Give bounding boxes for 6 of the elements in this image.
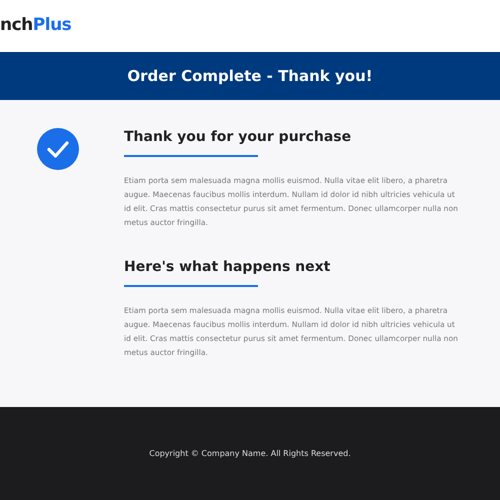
- check-icon: [37, 128, 79, 170]
- section-heading: Thank you for your purchase: [124, 128, 352, 147]
- banner-title: Order Complete - Thank you!: [127, 67, 373, 85]
- section-heading: Here's what happens next: [124, 258, 332, 277]
- logo[interactable]: nchPlus: [0, 15, 72, 35]
- copyright-text: Copyright © Company Name. All Rights Reserved.: [149, 449, 351, 458]
